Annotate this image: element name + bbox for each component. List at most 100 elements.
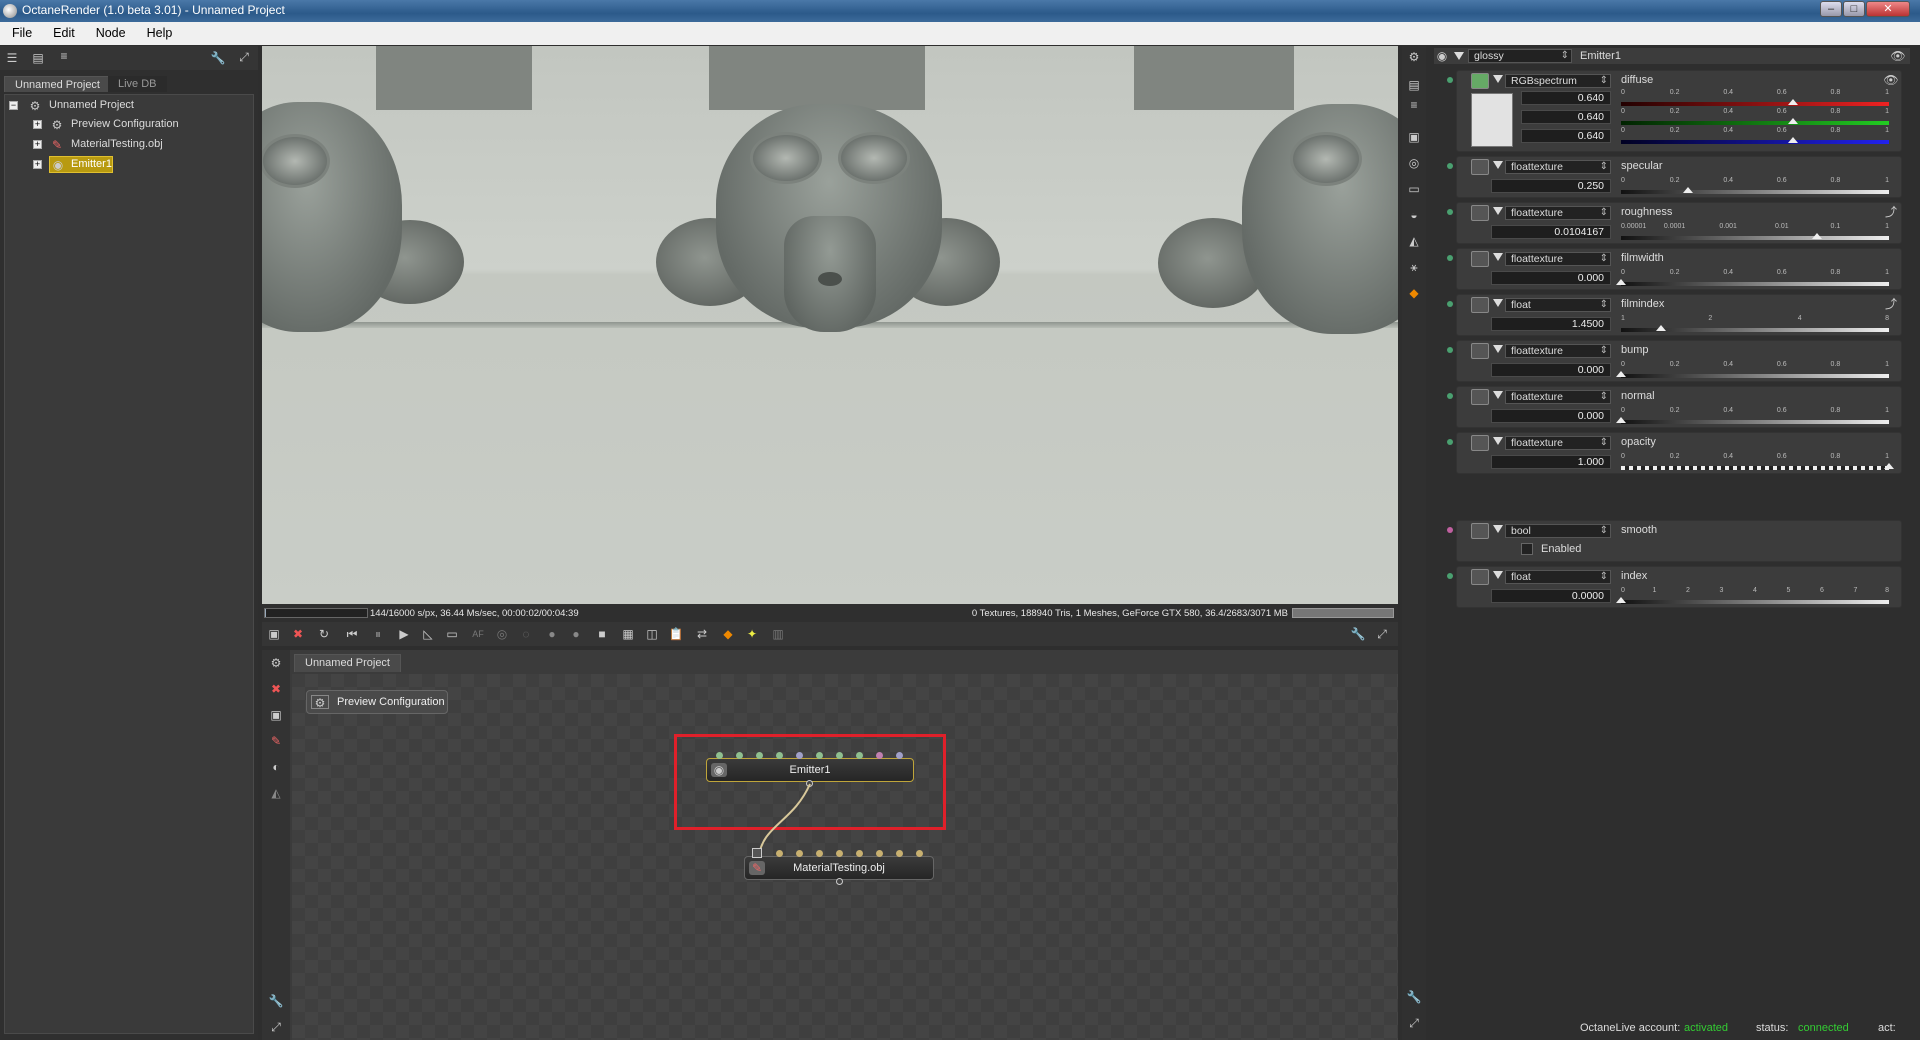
diffuse-green-value[interactable]: 0.640	[1521, 110, 1611, 124]
specular-type-select[interactable]: floattexture	[1505, 160, 1611, 174]
index-value[interactable]: 0.0000	[1491, 589, 1611, 603]
play-icon[interactable]: ▶	[396, 627, 412, 641]
af-icon[interactable]: AF	[470, 627, 486, 641]
tree-item-emitter1[interactable]: + ◉ Emitter1	[5, 156, 245, 174]
menu-node[interactable]: Node	[84, 22, 135, 40]
camera-icon[interactable]: ◎	[494, 627, 510, 641]
index-type-select[interactable]: float	[1505, 570, 1611, 584]
image-icon[interactable]: ▣	[1406, 130, 1422, 144]
tab-live-db[interactable]: Live DB	[108, 76, 167, 92]
normal-slider[interactable]: 0 0.2 0.4 0.6 0.8 1	[1616, 407, 1889, 425]
opacity-value[interactable]: 1.000	[1491, 455, 1611, 469]
rewind-icon[interactable]: ⏮	[344, 627, 360, 641]
maximize-button[interactable]: □	[1843, 1, 1865, 17]
node-emitter1[interactable]: ◉ Emitter1	[706, 758, 914, 782]
bump-type-select[interactable]: floattexture	[1505, 344, 1611, 358]
normal-type-select[interactable]: floattexture	[1505, 390, 1611, 404]
render-viewport[interactable]	[262, 46, 1398, 604]
select-icon[interactable]: ⚙	[268, 656, 284, 670]
material-type-select[interactable]: glossy	[1468, 49, 1572, 63]
tree-item-materialtesting-obj[interactable]: + ✎ MaterialTesting.obj	[5, 136, 245, 154]
stop-render-icon[interactable]: ✖	[290, 627, 306, 641]
eye-icon[interactable]: 👁	[1890, 49, 1906, 63]
node-input-pin[interactable]	[856, 752, 863, 759]
material-icon[interactable]: ◆	[1406, 286, 1422, 300]
filmindex-type-select[interactable]: float	[1505, 298, 1611, 312]
restart-render-icon[interactable]: ↻	[316, 627, 332, 641]
diffuse-type-select[interactable]: RGBspectrum	[1505, 74, 1611, 88]
node-output-pin[interactable]	[806, 780, 813, 787]
mesh-icon[interactable]: ✎	[268, 734, 284, 748]
wrench-icon[interactable]: 🔧	[210, 51, 226, 65]
material-icon[interactable]: ◆	[720, 627, 736, 641]
texture-icon[interactable]: ◭	[1406, 234, 1422, 248]
sphere-icon[interactable]: ●	[544, 627, 560, 641]
emission-icon[interactable]: ◐	[268, 760, 284, 774]
graph-tab[interactable]: Unnamed Project	[294, 654, 401, 672]
filmwidth-slider[interactable]: 0 0.2 0.4 0.6 0.8 1	[1616, 269, 1889, 287]
node-input-pin[interactable]	[736, 752, 743, 759]
node-material-input[interactable]	[752, 848, 762, 858]
nodes-icon[interactable]: ▤	[1406, 78, 1422, 92]
color-swatch[interactable]	[1471, 93, 1513, 147]
minimize-button[interactable]: –	[1820, 1, 1842, 17]
node-materialtesting-obj[interactable]: ✎ MaterialTesting.obj	[744, 856, 934, 880]
diffuse-red-slider[interactable]: 0 0.2 0.4 0.6 0.8 1	[1621, 89, 1889, 107]
roughness-slider[interactable]: 0.00001 0.0001 0.001 0.01 0.1 1	[1621, 223, 1889, 241]
sphere-shaded-icon[interactable]: ●	[568, 627, 584, 641]
node-input-pin[interactable]	[876, 752, 883, 759]
opacity-slider[interactable]: 0 0.2 0.4 0.6 0.8 1	[1621, 453, 1894, 471]
node-input-pin[interactable]	[916, 850, 923, 857]
filmwidth-type-select[interactable]: floattexture	[1505, 252, 1611, 266]
node-input-pin[interactable]	[856, 850, 863, 857]
expand-icon[interactable]: ⤢	[268, 1020, 284, 1034]
node-input-pin[interactable]	[776, 752, 783, 759]
menu-edit[interactable]: Edit	[41, 22, 84, 40]
node-input-pin[interactable]	[796, 850, 803, 857]
specular-value[interactable]: 0.250	[1491, 179, 1611, 193]
tree-item-preview-configuration[interactable]: + ⚙ Preview Configuration	[5, 116, 245, 134]
node-input-pin[interactable]	[756, 752, 763, 759]
roughness-value[interactable]: 0.0104167	[1491, 225, 1611, 239]
node-input-pin[interactable]	[896, 850, 903, 857]
close-button[interactable]: ✕	[1866, 1, 1910, 17]
pause-icon[interactable]: ⏸	[370, 627, 386, 641]
square-icon[interactable]: ■	[594, 627, 610, 641]
smooth-checkbox[interactable]	[1521, 543, 1533, 555]
inspector-icon[interactable]: ⚙	[1406, 50, 1422, 64]
diffuse-blue-slider[interactable]: 0 0.2 0.4 0.6 0.8 1	[1621, 127, 1889, 145]
normal-value[interactable]: 0.000	[1491, 409, 1611, 423]
diffuse-blue-value[interactable]: 0.640	[1521, 129, 1611, 143]
node-input-pin[interactable]	[796, 752, 803, 759]
remove-icon[interactable]: ✖	[268, 682, 284, 696]
node-output-pin[interactable]	[836, 878, 843, 885]
save-render-icon[interactable]: ▣	[266, 627, 282, 641]
node-preview-configuration[interactable]: ⚙ Preview Configuration	[306, 690, 448, 714]
filmwidth-value[interactable]: 0.000	[1491, 271, 1611, 285]
eye-icon[interactable]: 👁	[1883, 73, 1899, 87]
clipboard-icon[interactable]: 📋	[668, 627, 684, 641]
bump-value[interactable]: 0.000	[1491, 363, 1611, 377]
diffuse-red-value[interactable]: 0.640	[1521, 91, 1611, 105]
node-input-pin[interactable]	[716, 752, 723, 759]
smooth-type-select[interactable]: bool	[1505, 524, 1611, 538]
nodes-icon[interactable]: ▤	[30, 51, 46, 65]
list-icon[interactable]: ≡	[56, 49, 72, 63]
wrench-icon[interactable]: 🔧	[1350, 627, 1366, 641]
image-icon[interactable]: ◭	[268, 786, 284, 800]
menu-help[interactable]: Help	[135, 22, 182, 40]
node-input-pin[interactable]	[816, 850, 823, 857]
wrench-icon[interactable]: 🔧	[1406, 990, 1422, 1004]
expand-icon[interactable]: ⤢	[1406, 1016, 1422, 1030]
node-graph-canvas[interactable]: ⚙ Preview Configuration ◉ Emitter1 ✎ Mat…	[292, 674, 1398, 1040]
focus-icon[interactable]: ◌	[518, 627, 534, 641]
specular-slider[interactable]: 0 0.2 0.4 0.6 0.8 1	[1621, 177, 1889, 195]
display-icon[interactable]: ▭	[444, 627, 460, 641]
wrench-icon[interactable]: 🔧	[268, 994, 284, 1008]
expand-icon[interactable]: ⤢	[236, 50, 252, 64]
transfer-icon[interactable]: ⇄	[694, 627, 710, 641]
list-icon[interactable]: ≡	[1406, 98, 1422, 112]
node-input-pin[interactable]	[896, 752, 903, 759]
opacity-type-select[interactable]: floattexture	[1505, 436, 1611, 450]
quadrant-icon[interactable]: ◫	[644, 627, 660, 641]
